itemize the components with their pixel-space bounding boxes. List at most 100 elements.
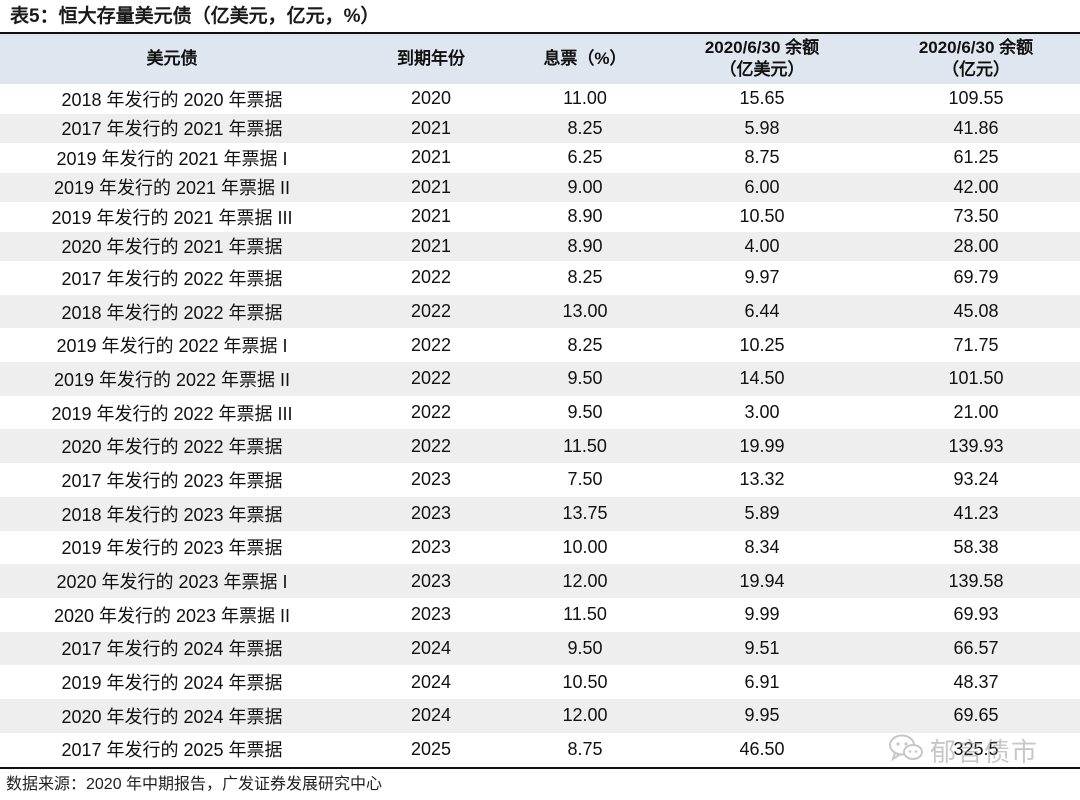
balance-cny-cell: 66.57 — [872, 631, 1080, 666]
balance-usd-cell: 46.50 — [652, 732, 872, 767]
bond-name-cell: 2017 年发行的 2023 年票据 — [0, 463, 344, 497]
balance-usd-cell: 13.32 — [652, 463, 872, 497]
coupon-cell: 8.90 — [518, 231, 652, 261]
table-row: 2019 年发行的 2021 年票据 I 2021 6.25 8.75 61.25 — [0, 143, 1080, 173]
header-bond: 美元债 — [0, 34, 344, 84]
balance-usd-cell: 4.00 — [652, 231, 872, 261]
coupon-cell: 8.25 — [518, 261, 652, 295]
header-row: 美元债 到期年份 息票（%） 2020/6/30 余额 （亿美元） 2020/6… — [0, 34, 1080, 84]
coupon-cell: 13.00 — [518, 294, 652, 329]
balance-cny-cell: 61.25 — [872, 143, 1080, 173]
header-maturity-year: 到期年份 — [344, 34, 518, 84]
balance-cny-cell: 41.86 — [872, 113, 1080, 143]
balance-cny-cell: 71.75 — [872, 328, 1080, 363]
maturity-year-cell: 2020 — [344, 84, 518, 114]
header-balance-usd: 2020/6/30 余额 （亿美元） — [652, 34, 872, 84]
table-title: 表5：恒大存量美元债（亿美元，亿元，%） — [10, 6, 380, 27]
balance-usd-cell: 19.94 — [652, 564, 872, 598]
bond-name-cell: 2019 年发行的 2021 年票据 III — [0, 202, 344, 232]
table-row: 2019 年发行的 2021 年票据 II 2021 9.00 6.00 42.00 — [0, 172, 1080, 202]
table-row: 2019 年发行的 2021 年票据 III 2021 8.90 10.50 73.50 — [0, 202, 1080, 232]
maturity-year-cell: 2023 — [344, 496, 518, 531]
coupon-cell: 8.25 — [518, 113, 652, 143]
balance-usd-cell: 5.89 — [652, 496, 872, 531]
maturity-year-cell: 2021 — [344, 231, 518, 261]
coupon-cell: 11.50 — [518, 597, 652, 632]
header-coupon: 息票（%） — [518, 34, 652, 84]
bond-name-cell: 2017 年发行的 2024 年票据 — [0, 631, 344, 666]
coupon-cell: 9.00 — [518, 172, 652, 202]
bond-name-cell: 2019 年发行的 2022 年票据 III — [0, 395, 344, 430]
balance-cny-cell: 69.65 — [872, 698, 1080, 733]
table-row: 2019 年发行的 2022 年票据 II 2022 9.50 14.50 101.50 — [0, 362, 1080, 396]
source-note: 数据来源：2020 年中期报告，广发证券发展研究中心 — [6, 776, 383, 793]
bond-name-cell: 2019 年发行的 2021 年票据 II — [0, 172, 344, 202]
bond-name-cell: 2018 年发行的 2022 年票据 — [0, 294, 344, 329]
maturity-year-cell: 2022 — [344, 294, 518, 329]
header-balance-cny-line2: （亿元） — [942, 60, 1010, 79]
maturity-year-cell: 2023 — [344, 463, 518, 497]
balance-usd-cell: 6.91 — [652, 665, 872, 699]
balance-usd-cell: 9.51 — [652, 631, 872, 666]
bond-name-cell: 2020 年发行的 2021 年票据 — [0, 231, 344, 261]
balance-cny-cell: 42.00 — [872, 172, 1080, 202]
bond-table: 美元债 到期年份 息票（%） 2020/6/30 余额 （亿美元） 2020/6… — [0, 34, 1080, 767]
bond-name-cell: 2020 年发行的 2022 年票据 — [0, 429, 344, 464]
balance-cny-cell: 325.5 — [872, 732, 1080, 767]
maturity-year-cell: 2023 — [344, 530, 518, 565]
balance-usd-cell: 6.44 — [652, 294, 872, 329]
maturity-year-cell: 2024 — [344, 631, 518, 666]
balance-usd-cell: 10.50 — [652, 202, 872, 232]
coupon-cell: 8.25 — [518, 328, 652, 363]
coupon-cell: 10.50 — [518, 665, 652, 699]
table-row: 2020 年发行的 2023 年票据 I 2023 12.00 19.94 139.58 — [0, 564, 1080, 598]
coupon-cell: 7.50 — [518, 463, 652, 497]
coupon-cell: 13.75 — [518, 496, 652, 531]
coupon-cell: 11.50 — [518, 429, 652, 464]
bond-name-cell: 2019 年发行的 2023 年票据 — [0, 530, 344, 565]
balance-usd-cell: 14.50 — [652, 362, 872, 396]
table-row: 2018 年发行的 2020 年票据 2020 11.00 15.65 109.55 — [0, 84, 1080, 114]
table-row: 2017 年发行的 2025 年票据 2025 8.75 46.50 325.5 — [0, 732, 1080, 767]
maturity-year-cell: 2022 — [344, 362, 518, 396]
balance-cny-cell: 48.37 — [872, 665, 1080, 699]
balance-cny-cell: 41.23 — [872, 496, 1080, 531]
bond-name-cell: 2017 年发行的 2025 年票据 — [0, 732, 344, 767]
bond-name-cell: 2020 年发行的 2024 年票据 — [0, 698, 344, 733]
balance-usd-cell: 10.25 — [652, 328, 872, 363]
table-row: 2019 年发行的 2022 年票据 III 2022 9.50 3.00 21.00 — [0, 395, 1080, 430]
balance-usd-cell: 19.99 — [652, 429, 872, 464]
balance-cny-cell: 93.24 — [872, 463, 1080, 497]
balance-cny-cell: 109.55 — [872, 84, 1080, 114]
table-row: 2020 年发行的 2021 年票据 2021 8.90 4.00 28.00 — [0, 231, 1080, 261]
coupon-cell: 9.50 — [518, 362, 652, 396]
maturity-year-cell: 2024 — [344, 665, 518, 699]
balance-cny-cell: 69.93 — [872, 597, 1080, 632]
balance-cny-cell: 21.00 — [872, 395, 1080, 430]
balance-usd-cell: 3.00 — [652, 395, 872, 430]
maturity-year-cell: 2022 — [344, 328, 518, 363]
header-balance-cny-line1: 2020/6/30 余额 — [918, 38, 1034, 57]
coupon-cell: 12.00 — [518, 564, 652, 598]
coupon-cell: 10.00 — [518, 530, 652, 565]
balance-cny-cell: 58.38 — [872, 530, 1080, 565]
maturity-year-cell: 2022 — [344, 429, 518, 464]
balance-usd-cell: 9.99 — [652, 597, 872, 632]
maturity-year-cell: 2025 — [344, 732, 518, 767]
bond-name-cell: 2019 年发行的 2021 年票据 I — [0, 143, 344, 173]
balance-cny-cell: 45.08 — [872, 294, 1080, 329]
header-balance-cny: 2020/6/30 余额 （亿元） — [872, 34, 1080, 84]
table-row: 2018 年发行的 2023 年票据 2023 13.75 5.89 41.23 — [0, 496, 1080, 531]
bond-name-cell: 2019 年发行的 2022 年票据 I — [0, 328, 344, 363]
bond-name-cell: 2018 年发行的 2020 年票据 — [0, 84, 344, 114]
table-row: 2017 年发行的 2023 年票据 2023 7.50 13.32 93.24 — [0, 463, 1080, 497]
table-row: 2019 年发行的 2022 年票据 I 2022 8.25 10.25 71.75 — [0, 328, 1080, 363]
table-row: 2017 年发行的 2021 年票据 2021 8.25 5.98 41.86 — [0, 113, 1080, 143]
maturity-year-cell: 2024 — [344, 698, 518, 733]
balance-usd-cell: 9.97 — [652, 261, 872, 295]
maturity-year-cell: 2021 — [344, 113, 518, 143]
bottom-rule — [0, 767, 1080, 769]
balance-cny-cell: 139.58 — [872, 564, 1080, 598]
balance-cny-cell: 73.50 — [872, 202, 1080, 232]
header-balance-usd-line2: （亿美元） — [719, 60, 805, 79]
